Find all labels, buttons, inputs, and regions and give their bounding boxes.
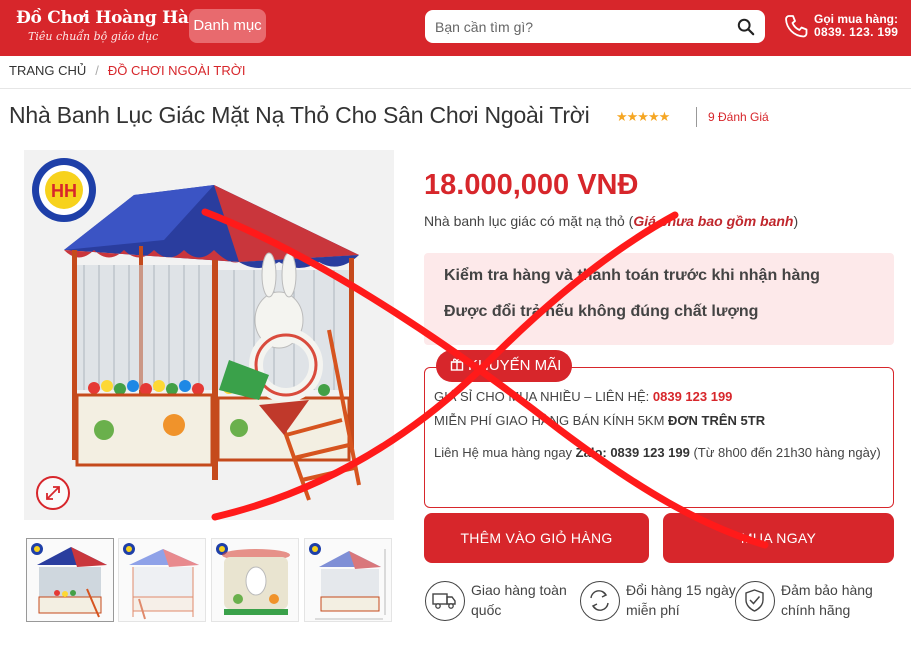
promo-phone-link[interactable]: 0839 123 199 [653,389,733,404]
hotline[interactable]: Gọi mua hàng: 0839. 123. 199 [783,12,908,42]
category-menu-button[interactable]: Danh mục [189,9,266,43]
feature-text-line: quốc [471,602,502,618]
feature-genuine-guarantee: Đảm bảo hàng chính hãng [781,580,873,620]
rating-stars[interactable]: ★★★★★ [616,109,670,125]
promotion-badge-label: KHUYẾN MÃI [468,357,562,374]
feature-text-line: Đổi hàng 15 ngày [626,582,736,598]
hotline-label: Gọi mua hàng: [814,12,898,26]
promo-wholesale: GIÁ SỈ CHO MUA NHIỀU – LIÊN HỆ: 0839 123… [434,389,732,404]
thumbnail-1[interactable] [26,538,114,622]
description-text: Nhà banh lục giác có mặt nạ thỏ ( [424,213,634,229]
thumbnail-4[interactable] [304,538,392,622]
product-main-image[interactable]: HH [24,150,394,520]
phone-icon [785,15,808,38]
search-icon[interactable] [737,18,755,36]
thumbnail-image [309,543,386,620]
thumbnail-2[interactable] [118,538,206,622]
shield-check-icon [735,581,775,621]
feature-nationwide-shipping: Giao hàng toàn quốc [471,580,567,620]
truck-icon [425,581,465,621]
breadcrumb-home[interactable]: TRANG CHỦ [9,63,86,78]
feature-free-exchange: Đổi hàng 15 ngày miễn phí [626,580,736,620]
thumbnail-3[interactable] [211,538,299,622]
exchange-icon [580,581,620,621]
playhouse-illustration: HH [32,158,361,501]
promo-wholesale-text: GIÁ SỈ CHO MUA NHIỀU – LIÊN HỆ: [434,389,653,404]
product-title: Nhà Banh Lục Giác Mặt Nạ Thỏ Cho Sân Chơ… [9,102,590,128]
review-count-link[interactable]: 9 Đánh Giá [708,110,769,124]
divider [0,88,911,89]
breadcrumb-current[interactable]: ĐỒ CHƠI NGOÀI TRỜI [108,63,246,78]
gift-icon [450,358,464,371]
site-header: Đồ Chơi Hoàng Hà Tiêu chuẩn bộ giáo dục … [0,0,911,56]
assurance-box: Kiểm tra hàng và thanh toán trước khi nh… [424,253,894,345]
add-to-cart-button[interactable]: THÊM VÀO GIỎ HÀNG [424,513,649,563]
product-price: 18.000,000 VNĐ [424,169,639,201]
logo-title: Đồ Chơi Hoàng Hà [16,8,189,28]
promo-hours: (Từ 8h00 đến 21h30 hàng ngày) [689,445,881,460]
expand-icon [46,486,60,500]
feature-text-line: Giao hàng toàn [471,582,567,598]
breadcrumb: TRANG CHỦ / ĐỒ CHƠI NGOÀI TRỜI [9,63,246,78]
feature-text-line: chính hãng [781,602,851,618]
hotline-number[interactable]: 0839. 123. 199 [814,25,898,39]
promo-contact: Liên Hệ mua hàng ngay Zalo: 0839 123 199… [434,441,884,464]
breadcrumb-separator: / [95,63,99,78]
thumbnail-image [31,543,107,618]
logo-subtitle: Tiêu chuẩn bộ giáo dục [28,30,159,43]
site-logo[interactable]: Đồ Chơi Hoàng Hà Tiêu chuẩn bộ giáo dục [16,8,189,43]
promo-zalo-link[interactable]: Zalo: 0839 123 199 [576,445,690,460]
promotion-badge: KHUYẾN MÃI [436,350,572,382]
promo-shipping-condition: ĐƠN TRÊN 5TR [668,413,766,428]
zoom-button[interactable] [36,476,70,510]
rating-divider [696,107,697,127]
price-note: Giá chưa bao gồm banh [633,213,794,229]
feature-text-line: Đảm bảo hàng [781,582,873,598]
thumbnail-image [123,543,199,620]
feature-text-line: miễn phí [626,602,680,618]
promo-free-shipping: MIỄN PHÍ GIAO HÀNG BÁN KÍNH 5KM ĐƠN TRÊN… [434,413,765,428]
description-close: ) [793,213,799,229]
promo-shipping-text: MIỄN PHÍ GIAO HÀNG BÁN KÍNH 5KM [434,413,669,428]
brand-badge-text: HH [51,181,77,201]
product-short-description: Nhà banh lục giác có mặt nạ thỏ (Giá chư… [424,213,798,229]
assurance-inspect: Kiểm tra hàng và thanh toán trước khi nh… [444,267,820,284]
search-bar [425,10,765,43]
promo-contact-text: Liên Hệ mua hàng ngay [434,445,576,460]
assurance-return: Được đổi trả nếu không đúng chất lượng [444,303,759,320]
thumbnail-image [216,543,290,615]
search-input[interactable] [435,10,725,43]
buy-now-button[interactable]: MUA NGAY [663,513,894,563]
